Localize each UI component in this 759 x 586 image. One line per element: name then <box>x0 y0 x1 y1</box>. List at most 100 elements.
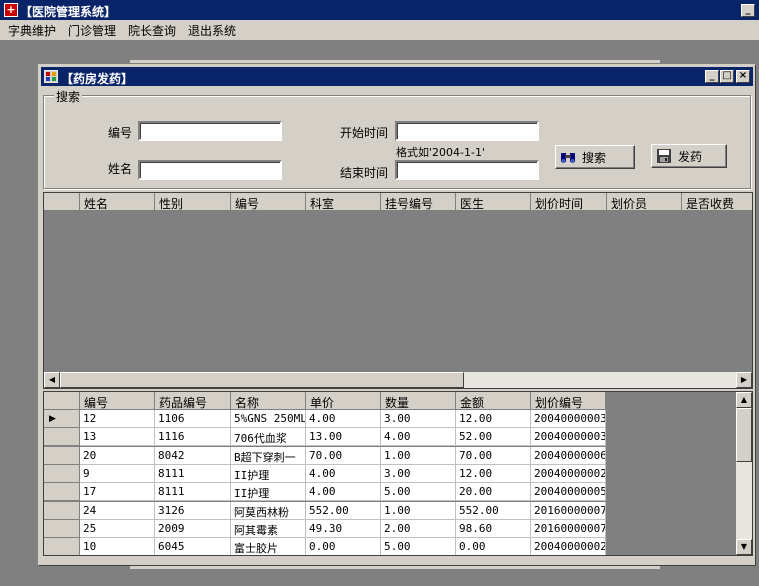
table-cell[interactable]: 5.00 <box>381 538 456 555</box>
table-cell[interactable]: 13.00 <box>306 428 381 447</box>
maximize-icon[interactable]: □ <box>720 70 734 83</box>
table-cell[interactable]: 8111 <box>155 464 231 483</box>
table-cell[interactable]: 20160000007 <box>531 519 606 538</box>
table-cell[interactable]: 富士胶片 <box>231 538 306 555</box>
table-cell[interactable]: 20160000007 <box>531 501 606 520</box>
row-header[interactable] <box>44 464 80 483</box>
column-header[interactable]: 医生 <box>456 193 531 211</box>
table-cell[interactable]: 2.00 <box>381 519 456 538</box>
table-cell[interactable]: 1116 <box>155 428 231 447</box>
table-cell[interactable]: 5%GNS 250ML <box>231 410 306 428</box>
table-cell[interactable]: 17 <box>80 483 155 502</box>
table-cell[interactable]: 70.00 <box>456 446 531 465</box>
column-header[interactable]: 药品编号 <box>155 392 231 410</box>
table-cell[interactable]: 49.30 <box>306 519 381 538</box>
current-row-indicator-icon[interactable]: ▶ <box>44 410 80 428</box>
close-icon[interactable]: × <box>736 70 750 83</box>
name-input[interactable] <box>138 160 282 180</box>
column-header[interactable]: 挂号编号 <box>381 193 456 211</box>
column-header[interactable]: 划价员 <box>607 193 682 211</box>
search-button[interactable]: 搜索 <box>555 145 635 169</box>
start-time-input[interactable] <box>395 121 539 141</box>
table-cell[interactable]: 52.00 <box>456 428 531 447</box>
menu-dictionary[interactable]: 字典维护 <box>8 22 56 39</box>
scroll-right-icon[interactable]: ▶ <box>736 372 752 388</box>
table-cell[interactable]: 4.00 <box>306 483 381 502</box>
column-header[interactable]: 数量 <box>381 392 456 410</box>
table-cell[interactable]: 70.00 <box>306 446 381 465</box>
table-cell[interactable]: 2009 <box>155 519 231 538</box>
table-cell[interactable]: 98.60 <box>456 519 531 538</box>
table-cell[interactable]: 8111 <box>155 483 231 502</box>
table-cell[interactable]: 20040000005 <box>531 483 606 502</box>
vertical-scroll-thumb[interactable] <box>736 408 752 462</box>
table-cell[interactable]: 552.00 <box>456 501 531 520</box>
minimize-icon[interactable]: _ <box>741 4 755 17</box>
prescription-grid[interactable]: 姓名 性别 编号 科室 挂号编号 医生 划价时间 划价员 是否收费 ◀ ▶ <box>43 192 753 389</box>
table-cell[interactable]: 706代血浆 <box>231 428 306 447</box>
column-header[interactable]: 编号 <box>80 392 155 410</box>
menu-outpatient[interactable]: 门诊管理 <box>68 22 116 39</box>
table-cell[interactable]: B超下穿刺一 <box>231 446 306 465</box>
menu-director-query[interactable]: 院长查询 <box>128 22 176 39</box>
scroll-up-icon[interactable]: ▲ <box>736 392 752 408</box>
table-cell[interactable]: 24 <box>80 501 155 520</box>
table-cell[interactable]: 20040000003 <box>531 410 606 428</box>
end-time-input[interactable] <box>395 160 539 180</box>
table-cell[interactable]: 4.00 <box>306 464 381 483</box>
table-cell[interactable]: 4.00 <box>381 428 456 447</box>
table-cell[interactable]: 20040000002 <box>531 464 606 483</box>
table-cell[interactable]: II护理 <box>231 483 306 502</box>
table-cell[interactable]: 552.00 <box>306 501 381 520</box>
drug-detail-grid[interactable]: 编号 药品编号 名称 单价 数量 金额 划价编号 ▶ 12 1106 5%GNS 25… <box>43 391 753 556</box>
column-header[interactable]: 金额 <box>456 392 531 410</box>
row-header[interactable] <box>44 483 80 502</box>
table-cell[interactable]: 0.00 <box>456 538 531 555</box>
column-header[interactable]: 单价 <box>306 392 381 410</box>
table-cell[interactable]: 9 <box>80 464 155 483</box>
row-header[interactable] <box>44 501 80 520</box>
row-header[interactable] <box>44 519 80 538</box>
menu-exit[interactable]: 退出系统 <box>188 22 236 39</box>
table-cell[interactable]: 25 <box>80 519 155 538</box>
table-cell[interactable]: 12.00 <box>456 410 531 428</box>
dispense-button[interactable]: 发药 <box>651 144 727 168</box>
table-cell[interactable]: 1.00 <box>381 446 456 465</box>
column-header[interactable]: 名称 <box>231 392 306 410</box>
column-header[interactable]: 科室 <box>306 193 381 211</box>
column-header[interactable]: 编号 <box>231 193 306 211</box>
horizontal-scroll-thumb[interactable] <box>60 372 464 388</box>
table-cell[interactable]: 20040000003 <box>531 428 606 447</box>
table-cell[interactable]: 12.00 <box>456 464 531 483</box>
table-cell[interactable]: 20040000006 <box>531 446 606 465</box>
table-cell[interactable]: 3126 <box>155 501 231 520</box>
column-header[interactable]: 划价时间 <box>531 193 607 211</box>
scroll-left-icon[interactable]: ◀ <box>44 372 60 388</box>
table-cell[interactable]: 20.00 <box>456 483 531 502</box>
scroll-down-icon[interactable]: ▼ <box>736 539 752 555</box>
table-cell[interactable]: 20 <box>80 446 155 465</box>
column-header[interactable]: 划价编号 <box>531 392 606 410</box>
table-cell[interactable]: 5.00 <box>381 483 456 502</box>
table-cell[interactable]: 13 <box>80 428 155 447</box>
table-cell[interactable]: 6045 <box>155 538 231 555</box>
row-header[interactable] <box>44 428 80 447</box>
minimize-icon[interactable]: _ <box>705 70 719 83</box>
row-header[interactable] <box>44 446 80 465</box>
table-cell[interactable]: 3.00 <box>381 410 456 428</box>
table-cell[interactable]: 4.00 <box>306 410 381 428</box>
row-header[interactable] <box>44 538 80 555</box>
table-cell[interactable]: 8042 <box>155 446 231 465</box>
table-cell[interactable]: 10 <box>80 538 155 555</box>
table-cell[interactable]: 20040000002 <box>531 538 606 555</box>
table-cell[interactable]: 3.00 <box>381 464 456 483</box>
column-header[interactable]: 是否收费 <box>682 193 752 211</box>
table-cell[interactable]: II护理 <box>231 464 306 483</box>
table-cell[interactable]: 阿莫西林粉 <box>231 501 306 520</box>
id-input[interactable] <box>138 121 282 141</box>
table-cell[interactable]: 1106 <box>155 410 231 428</box>
column-header[interactable]: 姓名 <box>80 193 155 211</box>
table-cell[interactable]: 阿其霉素 <box>231 519 306 538</box>
table-cell[interactable]: 12 <box>80 410 155 428</box>
column-header[interactable]: 性别 <box>155 193 231 211</box>
